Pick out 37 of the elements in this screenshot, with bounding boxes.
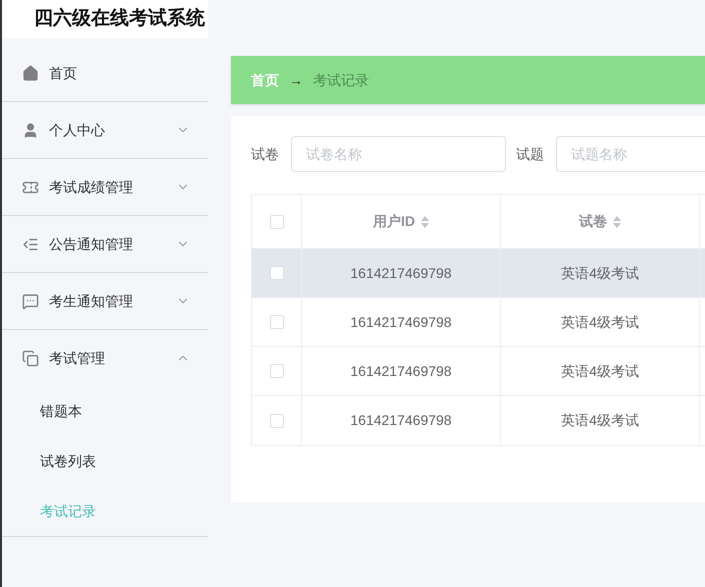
chat-icon bbox=[22, 292, 39, 310]
menu-item[interactable]: 考生通知管理 bbox=[2, 273, 208, 329]
table-cell-text: 英语4级考试 bbox=[561, 264, 639, 282]
menu-item[interactable]: 首页 bbox=[2, 45, 208, 101]
checkbox[interactable] bbox=[270, 266, 284, 280]
table-cell-text: 1614217469798 bbox=[350, 362, 452, 380]
table-cell-text: 1614217469798 bbox=[350, 264, 452, 282]
table-cell-text: 1614217469798 bbox=[350, 312, 452, 332]
table-row[interactable]: 1614217469798 英语4级考试 bbox=[252, 347, 705, 396]
checkbox[interactable] bbox=[270, 214, 284, 228]
breadcrumb-separator: → bbox=[289, 70, 303, 90]
checkbox[interactable] bbox=[270, 364, 284, 378]
table-row[interactable]: 1614217469798 英语4级考试 bbox=[252, 249, 705, 298]
filter-label: 试卷 bbox=[251, 144, 279, 164]
checkbox[interactable] bbox=[270, 315, 284, 329]
sort-icon[interactable] bbox=[613, 216, 621, 228]
sort-icon[interactable] bbox=[421, 216, 429, 228]
menu-item[interactable]: 考试管理 bbox=[2, 330, 208, 386]
menu-item[interactable]: 公告通知管理 bbox=[2, 216, 208, 272]
menu-item[interactable]: 个人中心 bbox=[2, 102, 208, 158]
home-icon bbox=[22, 64, 39, 82]
filter-field[interactable]: 试题名称 bbox=[556, 136, 705, 172]
table-cell-text: 英语4级考试 bbox=[561, 411, 639, 430]
menu-item[interactable]: 考试成绩管理 bbox=[2, 159, 208, 215]
breadcrumb-current: 考试记录 bbox=[313, 70, 369, 90]
checkbox[interactable] bbox=[270, 414, 284, 428]
table-cell-text: 1614217469798 bbox=[350, 411, 452, 430]
table-row[interactable]: 1614217469798 英语4级考试 bbox=[252, 298, 705, 347]
table-cell-text: 英语4级考试 bbox=[561, 312, 639, 332]
filter-field[interactable]: 试卷名称 bbox=[291, 136, 506, 172]
submenu-item[interactable]: 试卷列表 bbox=[40, 450, 96, 472]
copy-icon bbox=[22, 350, 39, 366]
app-title: 四六级在线考试系统 bbox=[34, 6, 205, 31]
user-icon bbox=[22, 122, 39, 138]
submenu-item[interactable]: 错题本 bbox=[40, 400, 82, 422]
table-cell-text: 英语4级考试 bbox=[561, 362, 639, 380]
filter-label: 试题 bbox=[516, 144, 544, 164]
